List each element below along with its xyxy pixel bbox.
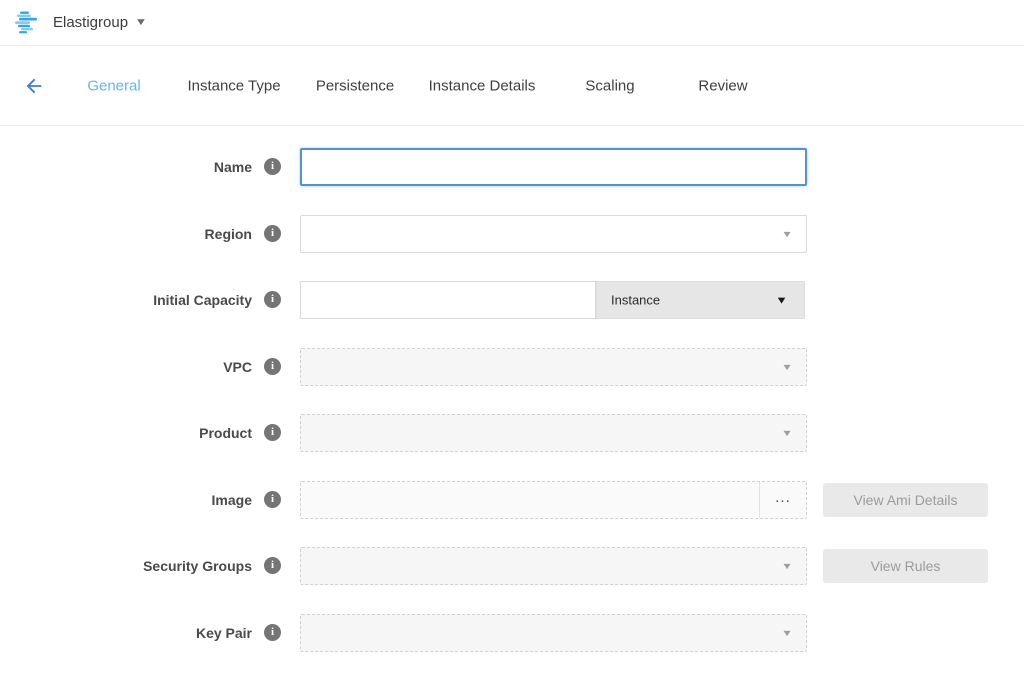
image-browse-button[interactable]: ... [759, 482, 806, 518]
capacity-unit-select[interactable]: Instance ▼ [596, 281, 805, 319]
initial-capacity-info-icon[interactable]: i [264, 291, 281, 308]
product-label: Product [0, 414, 252, 452]
product-select: ▼ [300, 414, 807, 452]
product-info-icon[interactable]: i [264, 424, 281, 441]
key-pair-info-icon[interactable]: i [264, 624, 281, 641]
name-row: Name i [0, 148, 1024, 186]
back-arrow-icon[interactable] [22, 74, 46, 98]
security-groups-select: ▼ [300, 547, 807, 585]
vpc-caret-down-icon: ▼ [781, 362, 793, 373]
wizard-tab-bar: General Instance Type Persistence Instan… [0, 47, 1024, 126]
vpc-label: VPC [0, 348, 252, 386]
image-row: Image i ... View Ami Details [0, 481, 1024, 519]
view-ami-details-button[interactable]: View Ami Details [823, 483, 988, 517]
vpc-select: ▼ [300, 348, 807, 386]
name-input[interactable] [300, 148, 807, 186]
product-row: Product i ▼ [0, 414, 1024, 452]
vpc-info-icon[interactable]: i [264, 358, 281, 375]
name-info-icon[interactable]: i [264, 158, 281, 175]
capacity-unit-value: Instance [611, 293, 660, 308]
initial-capacity-row: Initial Capacity i Instance ▼ [0, 281, 1024, 319]
security-groups-row: Security Groups i ▼ View Rules [0, 547, 1024, 585]
key-pair-select: ▼ [300, 614, 807, 652]
tab-instance-details[interactable]: Instance Details [429, 78, 536, 95]
initial-capacity-input[interactable] [300, 281, 596, 319]
tab-general[interactable]: General [87, 78, 140, 95]
view-rules-button[interactable]: View Rules [823, 549, 988, 583]
region-select[interactable]: ▼ [300, 215, 807, 253]
key-pair-caret-down-icon: ▼ [781, 628, 793, 639]
tab-persistence[interactable]: Persistence [316, 78, 394, 95]
capacity-unit-caret-down-icon: ▼ [775, 294, 788, 306]
image-info-icon[interactable]: i [264, 491, 281, 508]
app-title[interactable]: Elastigroup [53, 14, 128, 31]
app-switcher-caret-icon[interactable]: ▼ [135, 17, 148, 28]
region-row: Region i ▼ [0, 215, 1024, 253]
key-pair-label: Key Pair [0, 614, 252, 652]
elastigroup-logo-icon [15, 11, 41, 35]
image-label: Image [0, 481, 252, 519]
initial-capacity-label: Initial Capacity [0, 281, 252, 319]
image-input: ... [300, 481, 807, 519]
security-groups-info-icon[interactable]: i [264, 557, 281, 574]
region-info-icon[interactable]: i [264, 225, 281, 242]
tab-scaling[interactable]: Scaling [585, 78, 634, 95]
top-app-bar: Elastigroup ▼ [0, 0, 1024, 46]
product-caret-down-icon: ▼ [781, 428, 793, 439]
region-label: Region [0, 215, 252, 253]
name-label: Name [0, 148, 252, 186]
key-pair-row: Key Pair i ▼ [0, 614, 1024, 652]
security-groups-caret-down-icon: ▼ [781, 561, 793, 572]
vpc-row: VPC i ▼ [0, 348, 1024, 386]
general-settings-form: Name i Region i ▼ Initial Capacity i Ins… [0, 126, 1024, 688]
tab-instance-type[interactable]: Instance Type [187, 78, 280, 95]
security-groups-label: Security Groups [0, 547, 252, 585]
tab-review[interactable]: Review [698, 78, 747, 95]
region-caret-down-icon: ▼ [781, 229, 793, 240]
